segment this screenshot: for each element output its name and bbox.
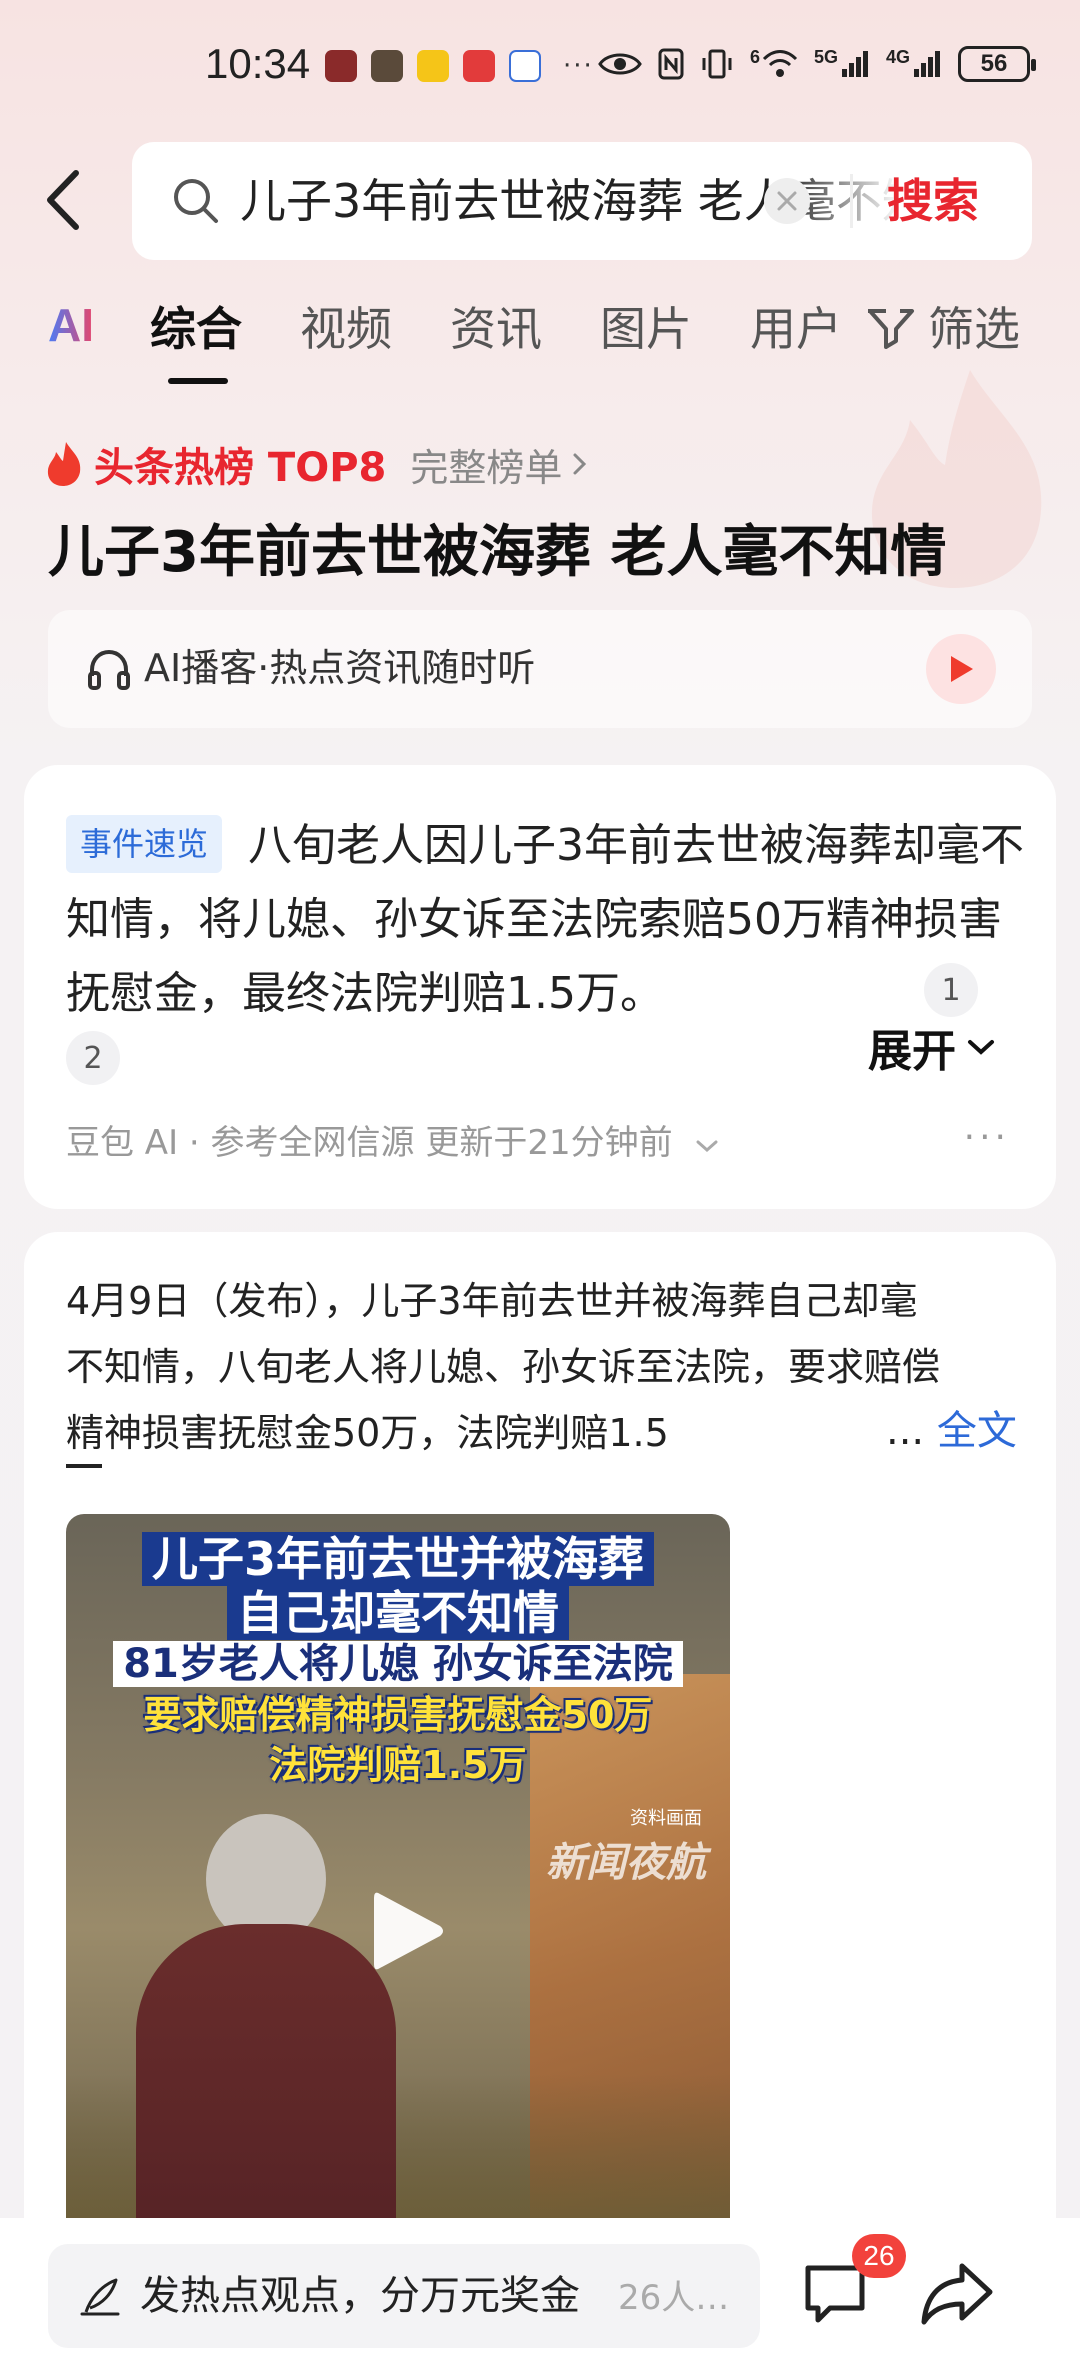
filter-button[interactable]: 筛选	[866, 300, 1020, 358]
tab-images[interactable]: 图片	[600, 300, 692, 358]
news-snippet: 4月9日（发布），儿子3年前去世并被海葬自己却毫不知情，八旬老人将儿媳、孙女诉至…	[66, 1279, 941, 1455]
video-caption-3: 81岁老人将儿媳 孙女诉至法院	[66, 1638, 730, 1690]
news-app-icon	[463, 50, 495, 82]
notification-icons: ···	[325, 50, 594, 82]
play-icon	[951, 656, 973, 682]
comment-input[interactable]: 发热点观点，分万元奖金 26人…	[48, 2244, 760, 2348]
video-caption-4: 要求赔偿精神损害抚慰金50万	[143, 1693, 653, 1737]
status-indicators: 6 5G 4G 56	[598, 46, 1036, 82]
comment-input-label: 发热点观点，分万元奖金	[140, 2273, 580, 2319]
news-snippet-continuation	[66, 1464, 102, 1468]
status-time: 10:34	[205, 40, 311, 87]
summary-source[interactable]: 豆包 AI · 参考全网信源 更新于21分钟前	[66, 1117, 719, 1169]
full-text-label: 全文	[936, 1408, 1017, 1454]
share-icon[interactable]	[920, 2258, 996, 2328]
ellipsis: ...	[886, 1408, 925, 1454]
signal-4g-label: 4G	[885, 46, 910, 67]
search-icon	[174, 179, 218, 223]
ai-podcast-bar[interactable]: AI播客·热点资讯随时听	[48, 610, 1032, 728]
summary-source-label: 豆包 AI · 参考全网信源 更新于21分钟前	[66, 1123, 673, 1163]
weibo-app-icon	[417, 50, 449, 82]
browser-app-icon	[509, 50, 541, 82]
hot-list-label: 头条热榜 TOP8	[94, 445, 387, 491]
bottom-action-bar: 发热点观点，分万元奖金 26人… 26	[0, 2218, 1080, 2376]
search-button[interactable]: 搜索	[887, 168, 979, 234]
signal-5g-label: 5G	[813, 46, 838, 67]
podcast-label: AI播客·热点资讯随时听	[144, 646, 536, 690]
back-arrow-icon[interactable]	[40, 165, 90, 235]
chevron-down-icon	[696, 1140, 718, 1153]
battery-indicator: 56	[958, 46, 1036, 82]
reference-badge-1[interactable]: 1	[924, 963, 978, 1017]
close-icon	[777, 191, 797, 211]
headphones-icon	[88, 649, 130, 690]
full-list-link[interactable]: 完整榜单	[410, 437, 562, 492]
tab-comprehensive[interactable]: 综合	[150, 300, 242, 358]
tab-video[interactable]: 视频	[300, 300, 392, 358]
video-watermark: 新闻夜航	[546, 1840, 706, 1886]
result-tabs: AI 综合 视频 资讯 图片 用户 筛选	[0, 290, 1080, 384]
full-text-link[interactable]: ... 全文	[886, 1398, 1017, 1464]
topic-title[interactable]: 儿子3年前去世被海葬 老人毫不知情	[48, 515, 946, 591]
video-play-icon[interactable]	[368, 1886, 448, 1976]
filter-label: 筛选	[928, 302, 1020, 356]
active-tab-indicator	[168, 378, 228, 384]
summary-badge: 事件速览	[66, 815, 223, 873]
more-options-icon[interactable]: ···	[964, 1117, 1010, 1158]
caption-3-text: 81岁老人将儿媳 孙女诉至法院	[113, 1641, 683, 1687]
search-bar[interactable]: 儿子3年前去世被海葬 老人毫不知情 搜索	[132, 142, 1032, 260]
signal-bars-5g-icon	[841, 51, 868, 77]
eye-icon	[598, 53, 642, 75]
search-divider	[850, 174, 853, 228]
vibrate-icon	[702, 49, 732, 79]
video-caption-1: 儿子3年前去世并被海葬 自己却毫不知情	[66, 1532, 730, 1640]
nfc-icon	[658, 48, 684, 80]
tab-news[interactable]: 资讯	[450, 300, 542, 358]
caption-2-text: 自己却毫不知情	[227, 1586, 569, 1640]
comment-participants: 26人…	[618, 2278, 730, 2318]
chevron-right-icon	[573, 453, 587, 475]
flame-icon	[47, 442, 81, 486]
shield-app-icon	[371, 50, 403, 82]
comment-count-badge: 26	[852, 2234, 906, 2278]
event-summary-card: 八旬老人因儿子3年前去世被海葬却毫不知情，将儿媳、孙女诉至法院索赔50万精神损害…	[24, 765, 1056, 1209]
expand-button[interactable]: 展开	[868, 1015, 996, 1079]
wifi-6-label: 6	[749, 46, 760, 67]
expand-label: 展开	[868, 1026, 956, 1077]
chevron-down-icon	[968, 1040, 994, 1055]
video-source-label: 资料画面	[630, 1808, 702, 1829]
news-result-card[interactable]: 4月9日（发布），儿子3年前去世并被海葬自己却毫不知情，八旬老人将儿媳、孙女诉至…	[24, 1232, 1056, 2376]
status-bar: 10:34 ··· 6 5G 4G 56	[0, 0, 1080, 130]
more-notifications-icon: ···	[563, 51, 594, 81]
video-caption-5: 法院判赔1.5万	[269, 1743, 527, 1787]
filter-icon	[868, 309, 914, 349]
hot-list-link[interactable]: 头条热榜 TOP8 完整榜单	[44, 434, 590, 494]
caption-1-text: 儿子3年前去世并被海葬	[141, 1532, 654, 1586]
search-results-page: 10:34 ··· 6 5G 4G 56 儿子3年前去世被海葬 老人毫不知情	[0, 0, 1080, 2376]
tab-users[interactable]: 用户	[750, 300, 842, 358]
pen-icon	[80, 2278, 120, 2316]
podcast-play-button[interactable]	[926, 634, 996, 704]
signal-bars-4g-icon	[914, 51, 940, 77]
clear-search-button[interactable]	[764, 178, 810, 224]
reference-badge-2[interactable]: 2	[66, 1031, 120, 1085]
wifi-icon	[762, 50, 798, 77]
tab-ai[interactable]: AI	[48, 298, 94, 352]
huawei-app-icon	[325, 50, 357, 82]
